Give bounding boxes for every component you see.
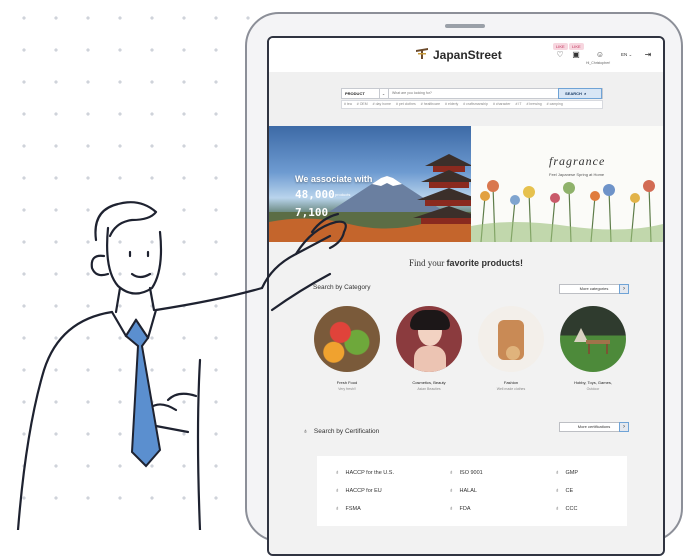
category-item[interactable]: Cosmetics, Beauty Asian Beauties bbox=[395, 306, 463, 391]
chevron-down-icon[interactable]: ⌄ bbox=[379, 89, 389, 98]
tablet-speaker bbox=[445, 24, 485, 28]
award-icon: ♁ bbox=[449, 506, 454, 512]
tag-link[interactable]: # tea bbox=[344, 102, 352, 106]
certification-label: HALAL bbox=[459, 488, 477, 494]
certification-label: CE bbox=[565, 488, 574, 494]
certification-item[interactable]: ♁ GMP bbox=[555, 470, 578, 476]
category-name: Cosmetics, Beauty bbox=[412, 380, 446, 385]
tag-link[interactable]: # pet clothes bbox=[396, 102, 416, 106]
find-heading-prefix: Find your bbox=[408, 258, 445, 268]
search-icon: ⌕ bbox=[584, 91, 587, 96]
tag-link[interactable]: # healthcare bbox=[421, 102, 440, 106]
tag-link[interactable]: # day home bbox=[373, 102, 391, 106]
cart-icon[interactable]: ▣ bbox=[571, 50, 581, 60]
user-greeting: Hi_Christopher! bbox=[586, 61, 611, 65]
certification-label: FDA bbox=[459, 506, 471, 512]
heart-icon[interactable]: ♡ bbox=[555, 50, 565, 60]
logout-icon[interactable]: ⇥ bbox=[643, 50, 653, 60]
chevron-down-icon: ⌄ bbox=[628, 52, 633, 57]
hero-fragrance-subtitle: Feel Japanese Spring at Home bbox=[549, 172, 605, 177]
certification-item[interactable]: ♁ FDA bbox=[449, 506, 471, 512]
site-header: JapanStreet LIKE LIKE ♡ ▣ ☺ Hi_Christoph… bbox=[269, 38, 663, 72]
category-image-fashion bbox=[478, 306, 544, 372]
site-logo[interactable]: JapanStreet bbox=[433, 48, 502, 62]
tag-link[interactable]: # craftsmanship bbox=[463, 102, 488, 106]
award-icon: ♁ bbox=[555, 470, 560, 476]
hero-banner-fragrance[interactable]: fragrance Feel Japanese Spring at Home bbox=[471, 126, 663, 242]
language-selector[interactable]: EN ⌄ bbox=[621, 52, 632, 58]
popular-tags: # tea # OEM # day home # pet clothes # h… bbox=[341, 100, 603, 109]
certification-label: CCC bbox=[565, 506, 578, 512]
tag-link[interactable]: # IT bbox=[515, 102, 521, 106]
find-heading-bold: favorite products! bbox=[446, 258, 524, 268]
certification-label: ISO 9001 bbox=[459, 470, 483, 476]
category-image-beauty bbox=[396, 306, 462, 372]
category-subtitle: Outdoor bbox=[586, 387, 600, 391]
hero-fragrance-title: fragrance bbox=[549, 154, 606, 168]
search-band: PRODUCT ⌄ SEARCH ⌕ # tea # OEM # day hom… bbox=[269, 72, 663, 126]
certification-item[interactable]: ♁ ISO 9001 bbox=[449, 470, 483, 476]
category-item[interactable]: Hobby, Toys, Games, Outdoor bbox=[559, 306, 627, 391]
chevron-right-icon[interactable]: › bbox=[619, 422, 629, 432]
search-button-label: SEARCH bbox=[565, 91, 582, 96]
tag-link[interactable]: # character bbox=[493, 102, 511, 106]
search-button[interactable]: SEARCH ⌕ bbox=[558, 88, 602, 99]
presenter-illustration bbox=[16, 201, 347, 530]
like-badge: LIKE bbox=[569, 43, 584, 50]
category-subtitle: Asian Beauties bbox=[417, 387, 441, 391]
tag-link[interactable]: # elderly bbox=[445, 102, 458, 106]
category-subtitle: Well made clothes bbox=[496, 387, 526, 391]
award-icon: ♁ bbox=[449, 488, 454, 494]
category-name: Fashion bbox=[503, 380, 519, 385]
search-category[interactable]: PRODUCT bbox=[342, 89, 380, 98]
like-badge: LIKE bbox=[553, 43, 568, 50]
certification-item[interactable]: ♁ CCC bbox=[555, 506, 577, 512]
flowers-illustration bbox=[471, 180, 663, 242]
category-name: Hobby, Toys, Games, bbox=[574, 380, 612, 385]
tag-link[interactable]: # camping bbox=[547, 102, 563, 106]
tag-link[interactable]: # brewing bbox=[526, 102, 541, 106]
category-image-outdoor bbox=[560, 306, 626, 372]
logo-icon bbox=[416, 48, 428, 59]
award-icon: ♁ bbox=[555, 488, 560, 494]
user-icon[interactable]: ☺ bbox=[595, 50, 605, 60]
chevron-right-icon[interactable]: › bbox=[619, 284, 629, 294]
category-item[interactable]: Fashion Well made clothes bbox=[477, 306, 545, 391]
certification-item[interactable]: ♁ HALAL bbox=[449, 488, 477, 494]
award-icon: ♁ bbox=[449, 470, 454, 476]
certification-label: GMP bbox=[565, 470, 579, 476]
certification-item[interactable]: ♁ CE bbox=[555, 488, 573, 494]
search-bar: PRODUCT ⌄ SEARCH ⌕ bbox=[341, 88, 603, 99]
award-icon: ♁ bbox=[555, 506, 560, 512]
search-input[interactable] bbox=[392, 89, 552, 98]
language-label: EN bbox=[621, 52, 628, 57]
tag-link[interactable]: # OEM bbox=[357, 102, 368, 106]
